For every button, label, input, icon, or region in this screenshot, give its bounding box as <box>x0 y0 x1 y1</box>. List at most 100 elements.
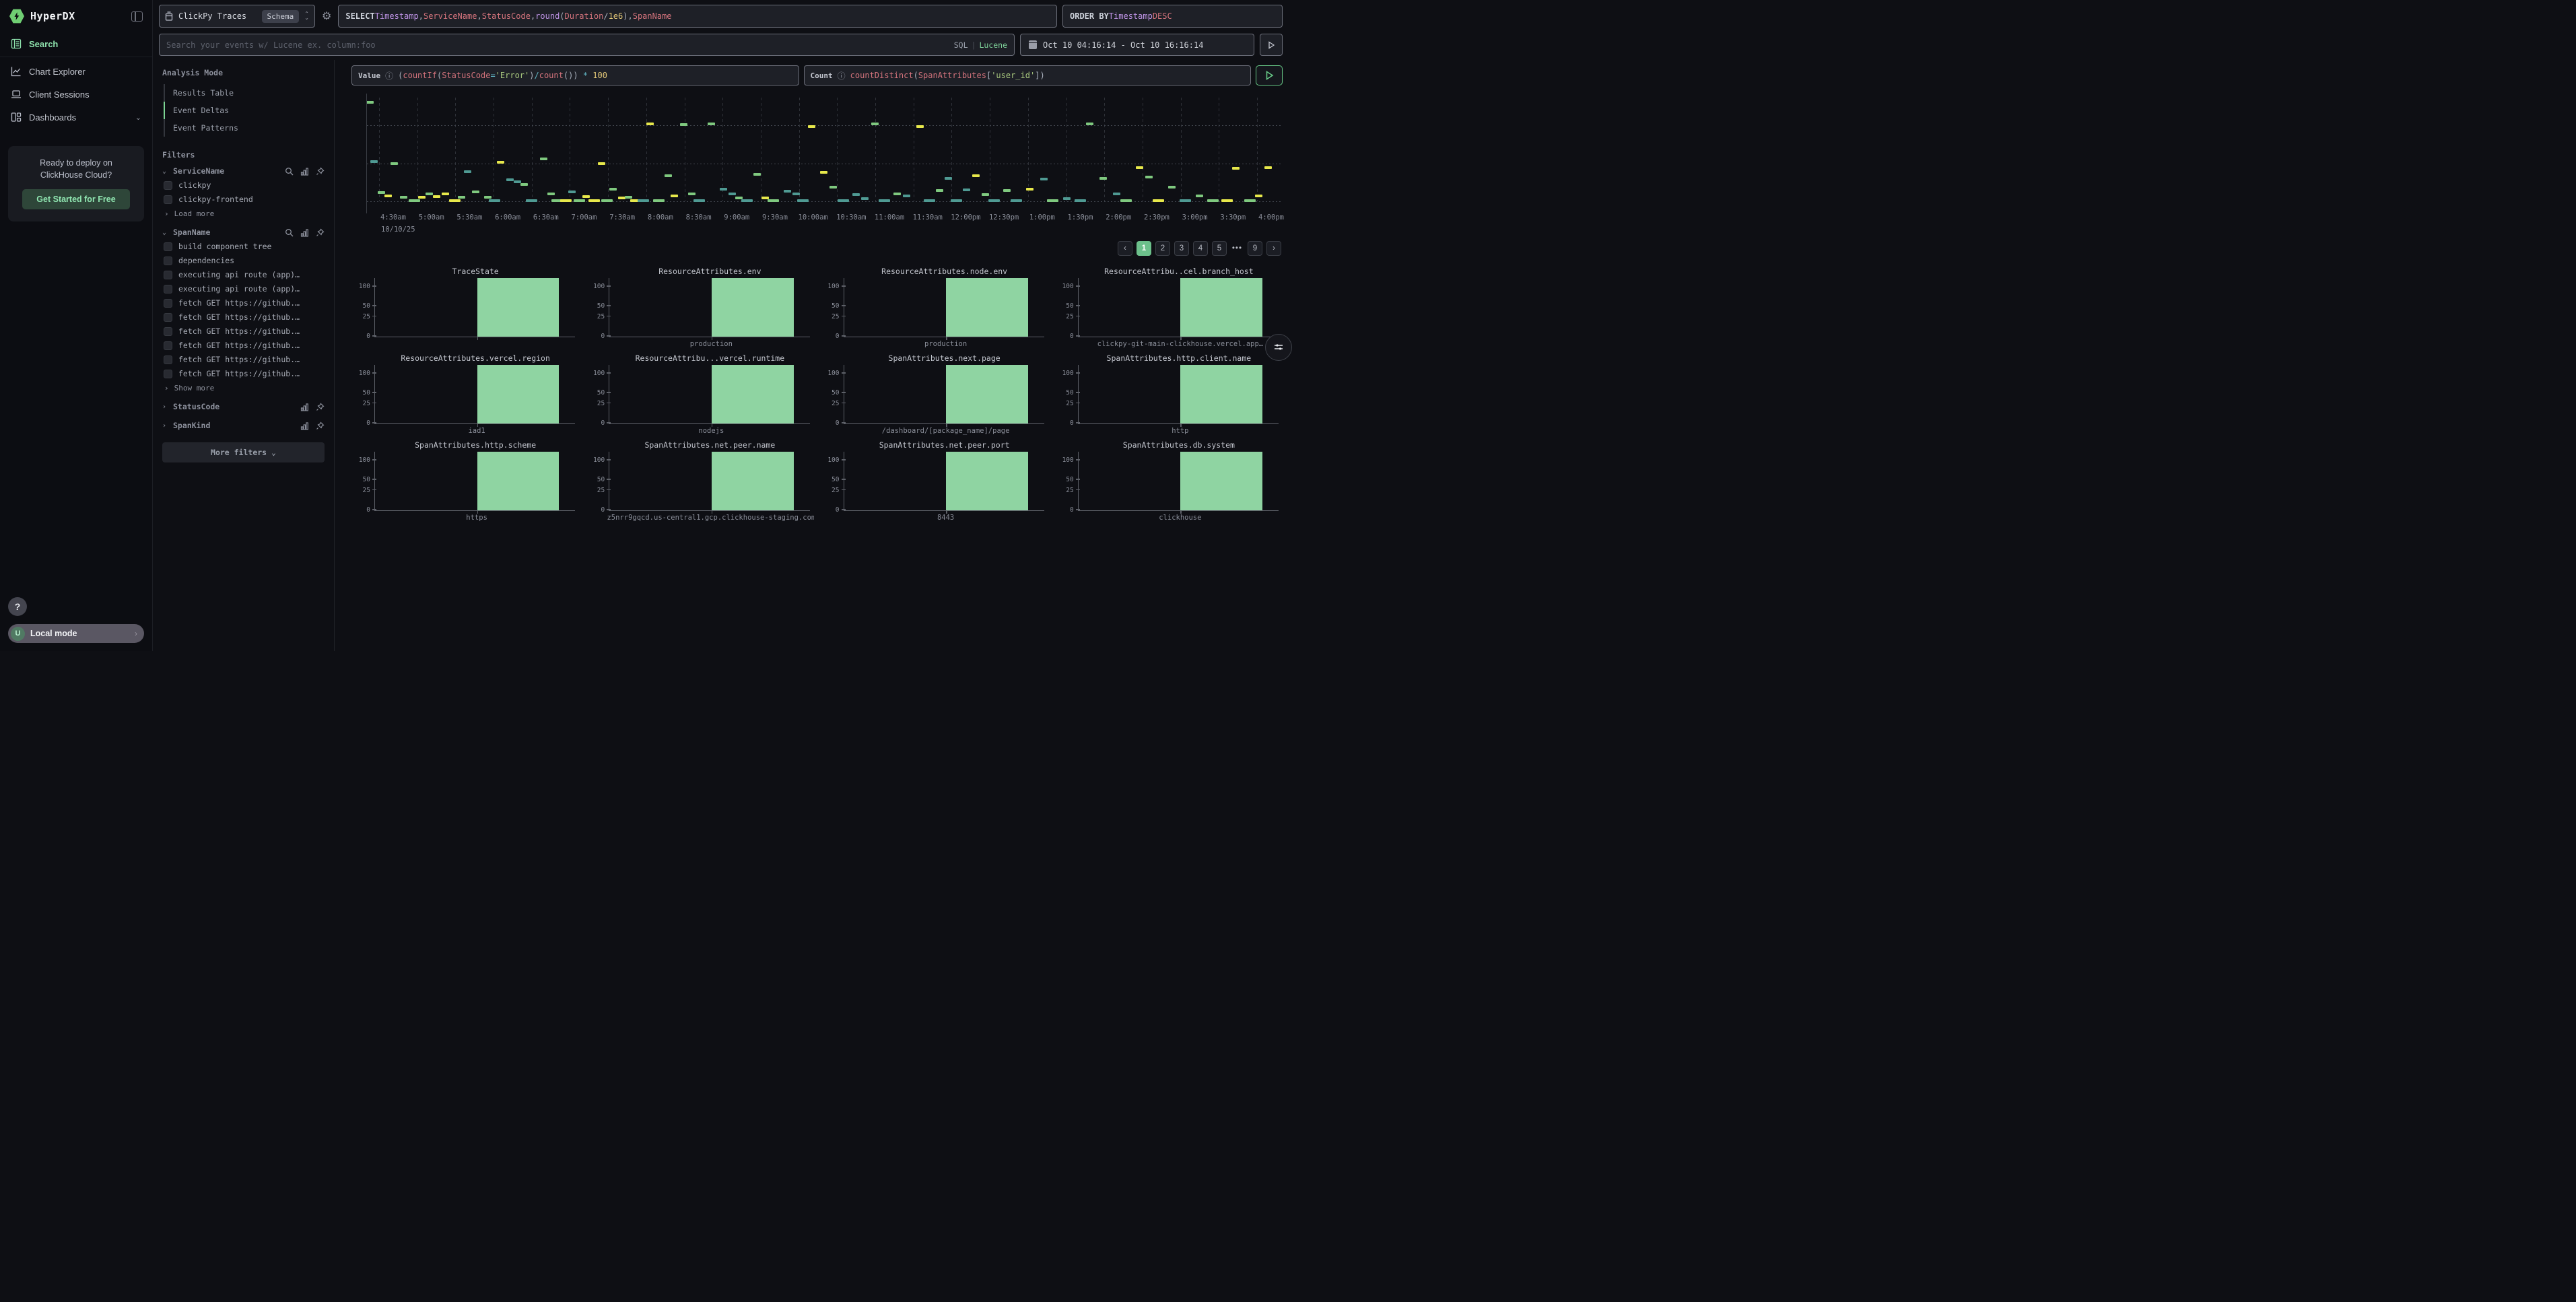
delta-mark[interactable] <box>506 178 514 181</box>
sidebar-item-chart-explorer[interactable]: Chart Explorer <box>0 60 152 83</box>
search-input[interactable] <box>166 40 949 50</box>
delta-mark[interactable] <box>1207 199 1219 202</box>
delta-mark[interactable] <box>497 161 504 164</box>
delta-mark[interactable] <box>1244 199 1256 202</box>
event-deltas-chart[interactable]: 10.50 4:30am5:00am5:30am6:00am6:30am7:00… <box>366 94 1283 234</box>
delta-mark[interactable] <box>1063 197 1071 200</box>
filter-group-header[interactable]: ⌄ServiceName <box>162 166 325 176</box>
bar-chart-icon[interactable] <box>300 228 309 237</box>
bar-chart-icon[interactable] <box>300 421 309 430</box>
delta-mark[interactable] <box>638 199 649 202</box>
analysis-mode-event-deltas[interactable]: Event Deltas <box>164 102 325 119</box>
delta-mark[interactable] <box>1180 199 1191 202</box>
delta-mark[interactable] <box>871 123 879 125</box>
filter-item-label[interactable]: fetch GET https://github.… <box>178 327 300 336</box>
delta-mark[interactable] <box>433 195 440 198</box>
attribute-chart[interactable]: SpanAttributes.db.system10050250clickhou… <box>1055 440 1283 523</box>
filter-item-label[interactable]: fetch GET https://github.… <box>178 355 300 364</box>
sidebar-collapse-icon[interactable] <box>131 11 143 22</box>
more-filters-button[interactable]: More filters ⌄ <box>162 442 325 462</box>
search-icon[interactable] <box>285 228 294 237</box>
delta-mark[interactable] <box>618 197 625 199</box>
checkbox[interactable] <box>164 327 172 336</box>
date-range-picker[interactable]: Oct 10 04:16:14 - Oct 10 16:16:14 <box>1020 34 1254 56</box>
delta-mark[interactable] <box>1113 193 1120 195</box>
pagination-next[interactable]: › <box>1266 241 1281 256</box>
checkbox[interactable] <box>164 341 172 350</box>
delta-mark[interactable] <box>792 193 800 195</box>
filter-item-label[interactable]: executing api route (app)… <box>178 270 300 279</box>
delta-mark[interactable] <box>1168 186 1176 189</box>
filter-item-label[interactable]: fetch GET https://github.… <box>178 312 300 322</box>
sidebar-item-search[interactable]: Search <box>0 32 152 55</box>
delta-mark[interactable] <box>646 123 654 125</box>
delta-mark[interactable] <box>924 199 935 202</box>
attribute-chart[interactable]: SpanAttributes.net.peer.name10050250z5nr… <box>586 440 813 523</box>
delta-mark[interactable] <box>540 158 547 160</box>
bar[interactable] <box>946 365 1028 423</box>
delta-mark[interactable] <box>768 199 779 202</box>
delta-mark[interactable] <box>653 199 665 202</box>
bar[interactable] <box>1180 365 1262 423</box>
delta-mark[interactable] <box>568 191 576 193</box>
delta-mark[interactable] <box>671 195 678 197</box>
bar-chart-icon[interactable] <box>300 167 309 176</box>
attribute-chart[interactable]: SpanAttributes.http.scheme10050250https <box>351 440 579 523</box>
analysis-mode-results-table[interactable]: Results Table <box>164 84 325 102</box>
delta-mark[interactable] <box>829 186 837 189</box>
delta-mark[interactable] <box>852 193 860 196</box>
delta-mark[interactable] <box>988 199 1000 202</box>
delta-mark[interactable] <box>1120 199 1132 202</box>
floating-settings-button[interactable] <box>1265 334 1292 361</box>
pagination-page-4[interactable]: 4 <box>1193 241 1208 256</box>
delta-mark[interactable] <box>1047 199 1058 202</box>
count-expression-input[interactable]: Count ⓘ countDistinct(SpanAttributes['us… <box>804 65 1252 85</box>
pagination-page-2[interactable]: 2 <box>1155 241 1170 256</box>
delta-mark[interactable] <box>688 193 696 195</box>
delta-mark[interactable] <box>574 199 585 202</box>
filter-group-header[interactable]: ⌄SpanName <box>162 228 325 237</box>
delta-mark[interactable] <box>598 162 605 165</box>
pagination-page-1[interactable]: 1 <box>1137 241 1151 256</box>
attribute-chart[interactable]: SpanAttributes.next.page10050250/dashboa… <box>821 353 1048 436</box>
delta-mark[interactable] <box>972 174 980 177</box>
checkbox[interactable] <box>164 313 172 322</box>
delta-mark[interactable] <box>720 188 727 191</box>
delta-mark[interactable] <box>753 173 761 176</box>
pin-icon[interactable] <box>316 421 325 430</box>
attribute-chart[interactable]: ResourceAttributes.env10050250production <box>586 267 813 349</box>
delta-mark[interactable] <box>391 162 398 165</box>
filter-group-header[interactable]: ›SpanKind <box>162 421 325 430</box>
delta-mark[interactable] <box>400 196 407 199</box>
delta-mark[interactable] <box>1003 189 1011 192</box>
delta-mark[interactable] <box>1196 195 1203 197</box>
search-icon[interactable] <box>285 167 294 176</box>
delta-mark[interactable] <box>366 101 374 104</box>
attribute-chart[interactable]: ResourceAttribu..cel.branch_host10050250… <box>1055 267 1283 349</box>
gear-icon[interactable]: ⚙ <box>320 9 333 23</box>
delta-mark[interactable] <box>601 199 613 202</box>
bar[interactable] <box>712 278 794 337</box>
source-selector[interactable]: ClickPy Traces Schema ⌃⌄ <box>159 5 315 28</box>
delta-mark[interactable] <box>582 195 590 198</box>
delta-mark[interactable] <box>1232 167 1240 170</box>
delta-mark[interactable] <box>797 199 809 202</box>
delta-mark[interactable] <box>1221 199 1233 202</box>
bar[interactable] <box>712 365 794 423</box>
delta-mark[interactable] <box>1040 178 1048 180</box>
delta-mark[interactable] <box>514 180 521 183</box>
delta-mark[interactable] <box>838 199 849 202</box>
analysis-mode-event-patterns[interactable]: Event Patterns <box>164 119 325 137</box>
bar[interactable] <box>946 452 1028 510</box>
filter-item-label[interactable]: executing api route (app)… <box>178 284 300 294</box>
bar[interactable] <box>1180 278 1262 337</box>
attribute-chart[interactable]: ResourceAttributes.node.env10050250produ… <box>821 267 1048 349</box>
delta-mark[interactable] <box>484 196 492 199</box>
delta-mark[interactable] <box>879 199 890 202</box>
help-button[interactable]: ? <box>8 597 27 616</box>
delta-mark[interactable] <box>820 171 827 174</box>
checkbox[interactable] <box>164 271 172 279</box>
delta-mark[interactable] <box>693 199 705 202</box>
delta-mark[interactable] <box>951 199 962 202</box>
sidebar-item-client-sessions[interactable]: Client Sessions <box>0 83 152 106</box>
